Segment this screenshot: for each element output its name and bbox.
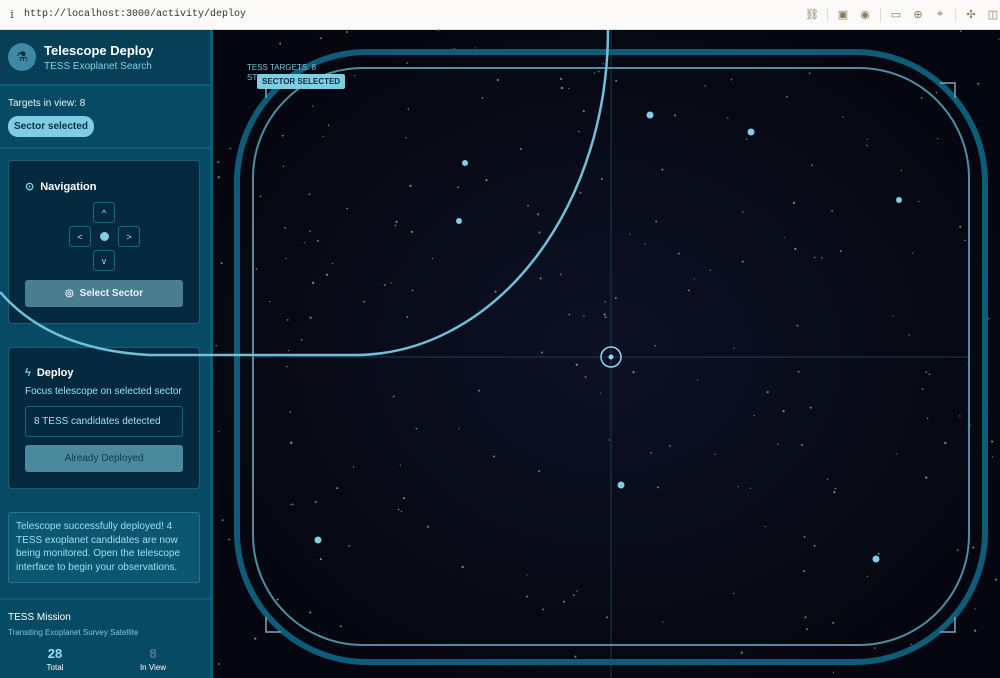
camera-icon[interactable]: ◉ — [858, 8, 872, 22]
screenshot-icon[interactable]: ▣ — [836, 8, 850, 22]
microscope-icon: ⚗ — [8, 43, 36, 71]
select-sector-button[interactable]: ◎ Select Sector — [25, 280, 183, 307]
inview-label: In View — [139, 663, 167, 672]
extension-icon[interactable]: ✣ — [964, 8, 978, 22]
nav-right-button[interactable]: > — [118, 226, 140, 247]
deploy-success-message: Telescope successfully deployed! 4 TESS … — [8, 512, 200, 583]
candidates-field: 8 TESS candidates detected — [25, 406, 183, 437]
crosshair-icon[interactable]: ⌖ — [933, 8, 947, 22]
link-icon[interactable]: ⛓ — [805, 8, 819, 22]
app-title: Telescope Deploy — [44, 42, 154, 58]
targets-in-view: Targets in view: 8 — [8, 98, 86, 109]
sector-status-badge: Sector selected — [8, 116, 94, 137]
info-icon[interactable]: i — [0, 8, 24, 21]
total-label: Total — [46, 663, 64, 672]
mission-title: TESS Mission — [8, 612, 71, 623]
star-field-view[interactable] — [216, 30, 1000, 678]
browser-url-bar[interactable]: i http://localhost:3000/activity/deploy … — [0, 0, 1000, 30]
split-view-icon[interactable]: ◫ — [986, 8, 1000, 22]
nav-center-dot — [100, 232, 109, 241]
nav-down-button[interactable]: v — [93, 250, 115, 271]
already-deployed-button[interactable]: Already Deployed — [25, 445, 183, 472]
url-text[interactable]: http://localhost:3000/activity/deploy — [24, 9, 246, 20]
deploy-title: Deploy — [36, 367, 74, 379]
inview-count: 8 — [149, 646, 157, 661]
total-count: 28 — [47, 646, 63, 661]
globe-icon[interactable]: ⊕ — [911, 8, 925, 22]
divider — [0, 598, 210, 600]
targets-label: TESS TARGETS: 8 — [247, 63, 317, 72]
app-header: ⚗ Telescope Deploy TESS Exoplanet Search — [0, 30, 210, 86]
nav-up-button[interactable]: ^ — [93, 202, 115, 223]
divider — [0, 147, 210, 149]
app-subtitle: TESS Exoplanet Search — [44, 60, 152, 72]
deploy-panel: ϟ Deploy Focus telescope on selected sect… — [8, 347, 200, 489]
sector-selected-tag: SECTOR SELECTED — [257, 74, 346, 89]
crosshair-icon: ⊙ — [25, 181, 35, 193]
mission-subtitle: Transiting Exoplanet Survey Satellite — [8, 628, 139, 637]
sidebar: ⚗ Telescope Deploy TESS Exoplanet Search… — [0, 30, 213, 678]
select-sector-label: Select Sector — [79, 288, 144, 299]
nav-left-button[interactable]: < — [69, 226, 91, 247]
navigation-title: Navigation — [40, 180, 97, 193]
terminal-icon[interactable]: ▭ — [889, 8, 903, 22]
lightning-icon: ϟ — [25, 367, 31, 379]
navigation-panel: ⊙ Navigation ^ < > v ◎ Select Sector — [8, 160, 200, 324]
deploy-description: Focus telescope on selected sector — [25, 386, 182, 397]
target-icon: ◎ — [64, 288, 74, 299]
